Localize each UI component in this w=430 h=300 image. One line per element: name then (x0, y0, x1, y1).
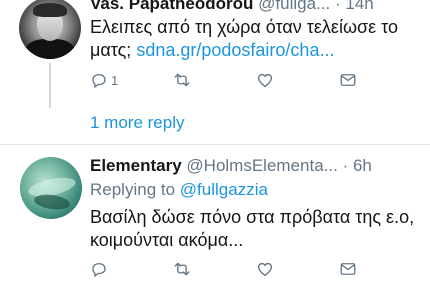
timestamp[interactable]: 6h (353, 156, 372, 175)
reply-button[interactable] (90, 259, 108, 279)
tweet[interactable]: Elementary @HolmsElementa... · 6h Replyi… (0, 0, 430, 300)
message-button[interactable] (339, 259, 357, 279)
reply-icon (92, 263, 106, 278)
like-button[interactable] (256, 259, 274, 279)
tweet-header: Elementary @HolmsElementa... · 6h (90, 156, 372, 176)
replying-to: Replying to @fullgazzia (90, 180, 268, 200)
replying-prefix: Replying to (90, 180, 176, 199)
avatar-shadow (33, 192, 71, 212)
message-icon (340, 263, 356, 275)
avatar[interactable] (20, 157, 82, 219)
display-name[interactable]: Elementary (90, 156, 182, 175)
timeline: Vas. Papatheodorou @fullga... · 14h Ελει… (0, 0, 430, 300)
like-icon (257, 262, 273, 277)
retweet-icon (174, 262, 190, 276)
user-handle[interactable]: @HolmsElementa... (186, 156, 337, 175)
tweet-text: Βασίλη δώσε πόνο στα πρόβατα της ε.ο, κο… (90, 207, 415, 250)
retweet-button[interactable] (173, 259, 191, 279)
mention-link[interactable]: @fullgazzia (180, 180, 268, 199)
separator: · (342, 156, 349, 175)
